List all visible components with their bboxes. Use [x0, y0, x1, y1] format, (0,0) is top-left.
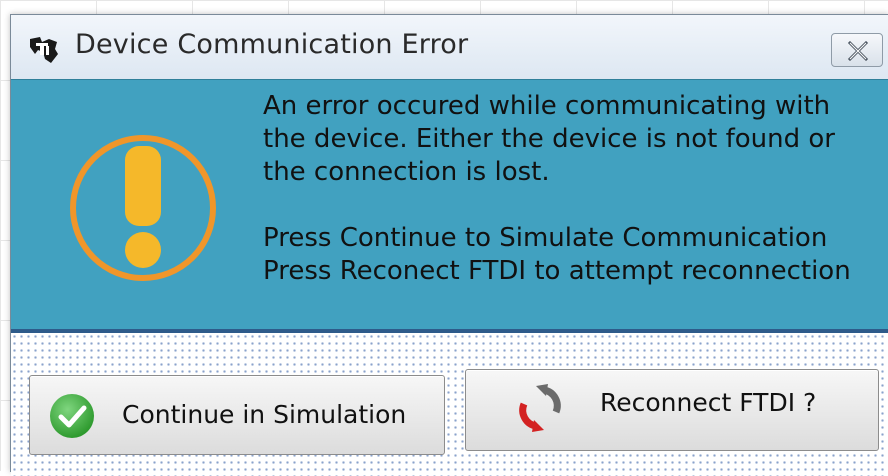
- refresh-arrows-icon: [514, 382, 566, 438]
- title-bar[interactable]: Device Communication Error: [11, 15, 888, 79]
- close-icon: [847, 41, 869, 61]
- close-button[interactable]: [831, 33, 883, 67]
- error-dialog: Device Communication Error An error occu…: [10, 14, 888, 476]
- button-area: Continue in Simulation Reconnect FTDI ?: [11, 329, 888, 476]
- message-panel: An error occured while communicating wit…: [11, 79, 888, 330]
- dialog-title: Device Communication Error: [75, 29, 469, 60]
- reconnect-ftdi-button[interactable]: Reconnect FTDI ?: [465, 369, 879, 451]
- message-line: An error occured while communicating wit…: [263, 91, 831, 121]
- hint-line: Press Reconect FTDI to attempt reconnect…: [263, 256, 851, 286]
- continue-button-label: Continue in Simulation: [122, 400, 407, 429]
- green-check-icon: [48, 392, 96, 444]
- warning-exclamation-icon: [67, 132, 219, 288]
- message-line: the device. Either the device is not fou…: [263, 124, 835, 154]
- message-line: the connection is lost.: [263, 157, 550, 187]
- hint-line: Press Continue to Simulate Communication: [263, 223, 828, 253]
- ti-logo-icon: [27, 33, 61, 67]
- error-message: An error occured while communicating wit…: [263, 90, 883, 288]
- reconnect-button-label: Reconnect FTDI ?: [600, 388, 817, 417]
- continue-in-simulation-button[interactable]: Continue in Simulation: [29, 375, 445, 455]
